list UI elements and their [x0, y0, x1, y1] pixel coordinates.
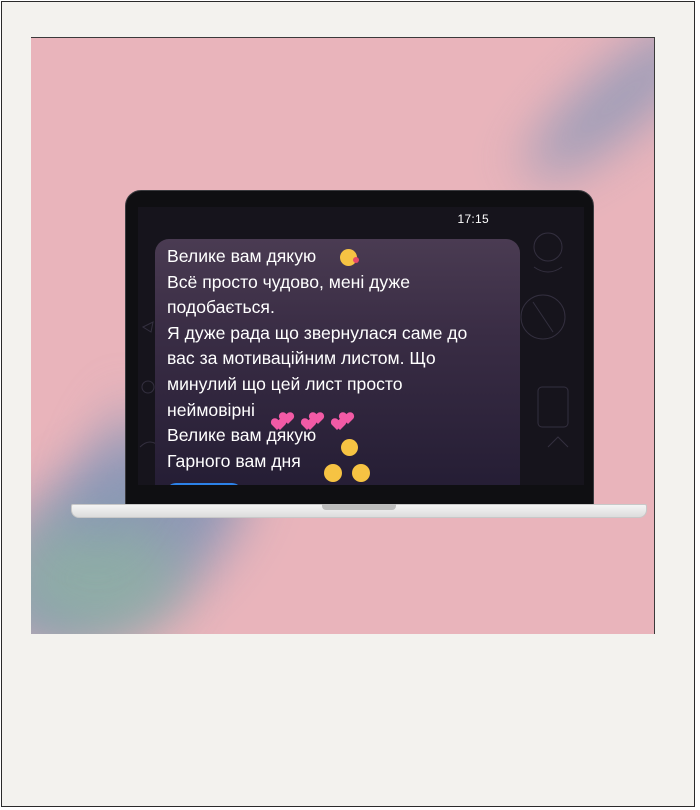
laptop-notch	[322, 504, 396, 510]
smiling-face-with-smiling-eyes-icon	[352, 464, 370, 482]
smiling-face-icon	[341, 439, 358, 456]
reply-button[interactable]	[166, 483, 242, 485]
two-hearts-icon	[272, 413, 364, 435]
laptop-screen: 17:15 Велике вам дякую Всё просто чудово…	[138, 207, 584, 485]
status-bar-time: 17:15	[457, 212, 489, 226]
chat-message-bubble[interactable]: Велике вам дякую Всё просто чудово, мені…	[155, 239, 520, 485]
smiling-face-with-smiling-eyes-icon	[324, 464, 342, 482]
face-blowing-kiss-icon	[340, 249, 359, 266]
decorative-blur-shape	[509, 38, 654, 199]
message-text: Велике вам дякую Всё просто чудово, мені…	[167, 246, 468, 471]
